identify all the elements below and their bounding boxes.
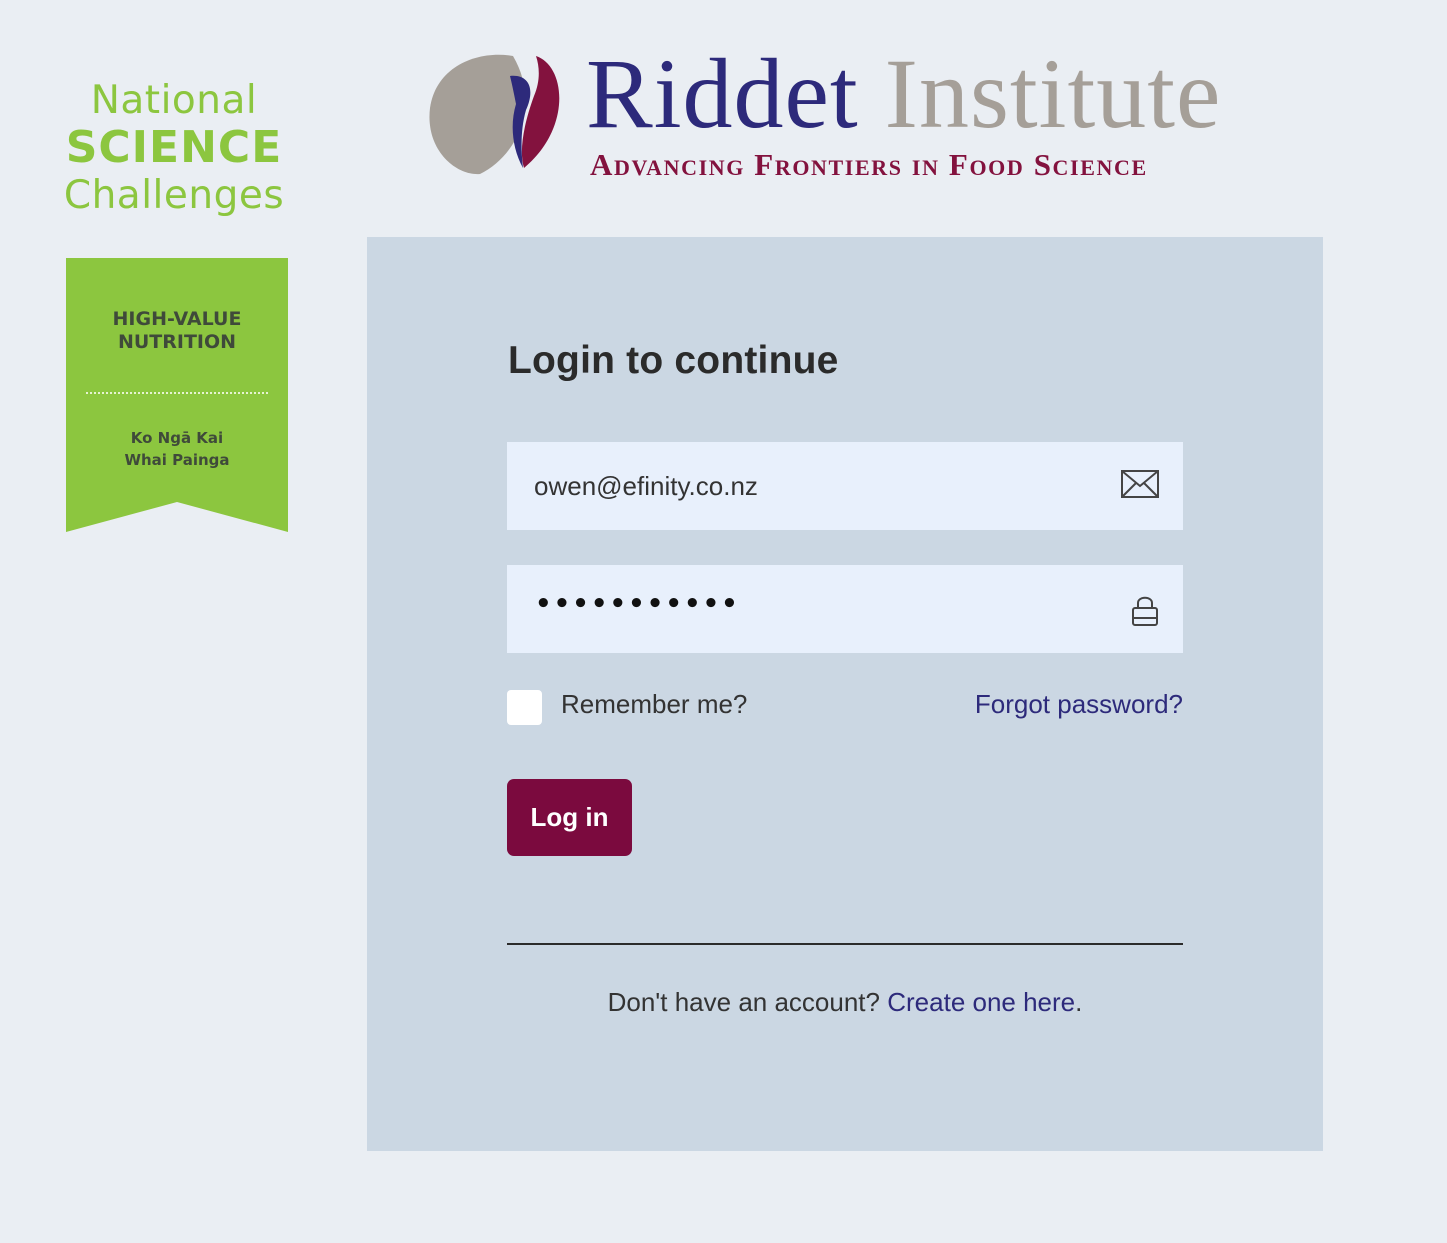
badge-title: HIGH-VALUE NUTRITION [66, 308, 288, 354]
envelope-icon [1121, 470, 1159, 498]
riddet-tagline: Advancing Frontiers in Food Science [590, 147, 1148, 182]
lock-icon [1132, 596, 1158, 626]
login-button[interactable]: Log in [507, 779, 632, 856]
badge-subtitle: Ko Ngā Kai Whai Painga [66, 427, 288, 471]
nsc-logo-line1: National [90, 78, 258, 123]
riddet-institute-wordmark: Riddet Institute [586, 44, 1221, 144]
remember-me-checkbox[interactable] [507, 690, 542, 725]
riddet-leaf-mark-icon [429, 54, 560, 175]
signup-prompt: Don't have an account? Create one here. [507, 987, 1183, 1018]
email-input[interactable] [507, 442, 1183, 530]
nsc-logo-line2: SCIENCE [65, 122, 283, 173]
badge-subtitle-line1: Ko Ngā Kai [130, 429, 224, 447]
high-value-nutrition-badge: HIGH-VALUE NUTRITION Ko Ngā Kai Whai Pai… [66, 258, 288, 532]
signup-prompt-text: Don't have an account? [607, 987, 880, 1017]
nsc-logo-line3: Challenges [63, 173, 285, 218]
login-title: Login to continue [508, 339, 839, 382]
password-field: ••••••••••• [507, 565, 1183, 653]
divider [507, 943, 1183, 945]
email-field [507, 442, 1183, 530]
riddet-name-part1: Riddet [586, 38, 859, 149]
password-input[interactable] [507, 565, 1183, 653]
ribbon-shape [66, 258, 288, 532]
national-science-challenges-logo: National SCIENCE Challenges [50, 78, 298, 220]
forgot-password-link[interactable]: Forgot password? [975, 689, 1183, 720]
badge-divider [86, 392, 268, 394]
riddet-name-part2: Institute [884, 38, 1222, 149]
login-panel: Login to continue ••••••••••• Remember m… [367, 237, 1323, 1151]
badge-title-line1: HIGH-VALUE [112, 308, 242, 330]
signup-suffix: . [1075, 987, 1083, 1017]
remember-me-label[interactable]: Remember me? [561, 689, 747, 720]
badge-subtitle-line2: Whai Painga [124, 451, 230, 469]
create-account-link[interactable]: Create one here [887, 987, 1075, 1017]
badge-title-line2: NUTRITION [117, 331, 237, 353]
